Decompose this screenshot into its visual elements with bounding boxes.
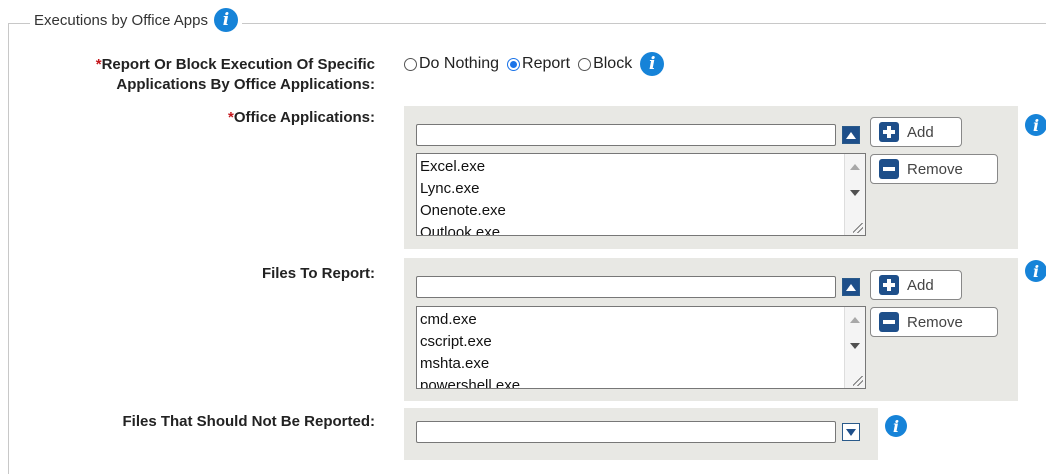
plus-icon: [879, 275, 899, 295]
radio-block[interactable]: Block: [578, 55, 632, 73]
files-to-report-remove-button[interactable]: Remove: [870, 307, 998, 337]
office-apps-label: *Office Applications:: [228, 108, 375, 128]
remove-button-label: Remove: [907, 313, 963, 331]
office-apps-scrollbar[interactable]: [844, 154, 865, 235]
scroll-up-arrow-icon[interactable]: [850, 164, 860, 170]
office-apps-info-icon[interactable]: i: [1025, 114, 1046, 136]
report-block-label-line1: Report Or Block Execution Of Specific: [101, 56, 375, 73]
scroll-up-arrow-icon[interactable]: [850, 317, 860, 323]
list-item[interactable]: cmd.exe: [420, 309, 843, 331]
list-item[interactable]: Excel.exe: [420, 156, 843, 178]
list-item[interactable]: Lync.exe: [420, 178, 843, 200]
office-apps-input[interactable]: [416, 124, 836, 146]
chevron-down-icon: [846, 428, 856, 436]
files-to-report-input[interactable]: [416, 276, 836, 298]
scroll-down-arrow-icon[interactable]: [850, 190, 860, 196]
office-apps-remove-button[interactable]: Remove: [870, 154, 998, 184]
resize-grip-icon[interactable]: [853, 223, 863, 233]
minus-icon: [879, 312, 899, 332]
report-block-radio-group: Do Nothing Report Block i: [404, 52, 665, 76]
plus-icon: [879, 122, 899, 142]
files-not-reported-collapse-button[interactable]: [842, 423, 860, 441]
minus-icon: [879, 159, 899, 179]
radio-do-nothing-label[interactable]: Do Nothing: [419, 55, 499, 73]
add-button-label: Add: [907, 276, 934, 294]
radio-block-label[interactable]: Block: [593, 55, 632, 73]
office-apps-list: Excel.exe Lync.exe Onenote.exe Outlook.e…: [417, 154, 843, 235]
files-to-report-listbox[interactable]: cmd.exe cscript.exe mshta.exe powershell…: [416, 306, 866, 389]
files-not-reported-label-text: Files That Should Not Be Reported:: [122, 413, 375, 430]
files-to-report-label: Files To Report:: [262, 264, 375, 284]
radio-report[interactable]: Report: [507, 55, 570, 73]
report-block-info-icon[interactable]: i: [640, 52, 665, 76]
radio-report-label[interactable]: Report: [522, 55, 570, 73]
files-to-report-add-button[interactable]: Add: [870, 270, 962, 300]
section-legend: Executions by Office Apps i: [30, 8, 242, 32]
report-block-label: *Report Or Block Execution Of Specific A…: [96, 55, 375, 95]
list-item[interactable]: cscript.exe: [420, 331, 843, 353]
chevron-up-icon: [846, 283, 856, 291]
report-block-label-line2: Applications By Office Applications:: [116, 76, 375, 93]
radio-block-circle[interactable]: [578, 57, 592, 71]
files-to-report-label-text: Files To Report:: [261, 265, 375, 282]
files-not-reported-info-icon[interactable]: i: [885, 415, 907, 437]
remove-button-label: Remove: [907, 160, 963, 178]
radio-do-nothing-circle[interactable]: [404, 57, 417, 71]
radio-do-nothing[interactable]: Do Nothing: [404, 55, 499, 73]
list-item[interactable]: powershell.exe: [420, 375, 843, 388]
files-not-reported-input[interactable]: [416, 421, 836, 443]
chevron-up-icon: [846, 131, 856, 139]
add-button-label: Add: [907, 123, 934, 141]
office-apps-listbox[interactable]: Excel.exe Lync.exe Onenote.exe Outlook.e…: [416, 153, 866, 236]
files-to-report-scrollbar[interactable]: [844, 307, 865, 388]
files-to-report-expand-button[interactable]: [842, 278, 860, 296]
files-to-report-list: cmd.exe cscript.exe mshta.exe powershell…: [417, 307, 843, 388]
radio-report-circle[interactable]: [507, 57, 521, 71]
files-to-report-info-icon[interactable]: i: [1025, 260, 1046, 282]
list-item[interactable]: Onenote.exe: [420, 200, 843, 222]
fieldset-border-left: [8, 23, 9, 474]
office-apps-expand-button[interactable]: [842, 126, 860, 144]
list-item[interactable]: Outlook.exe: [420, 222, 843, 235]
office-apps-label-text: Office Applications:: [233, 109, 375, 126]
office-apps-add-button[interactable]: Add: [870, 117, 962, 147]
scroll-down-arrow-icon[interactable]: [850, 343, 860, 349]
resize-grip-icon[interactable]: [853, 376, 863, 386]
files-not-reported-label: Files That Should Not Be Reported:: [122, 412, 375, 432]
list-item[interactable]: mshta.exe: [420, 353, 843, 375]
section-info-icon[interactable]: i: [214, 8, 238, 32]
section-title: Executions by Office Apps: [34, 11, 208, 29]
